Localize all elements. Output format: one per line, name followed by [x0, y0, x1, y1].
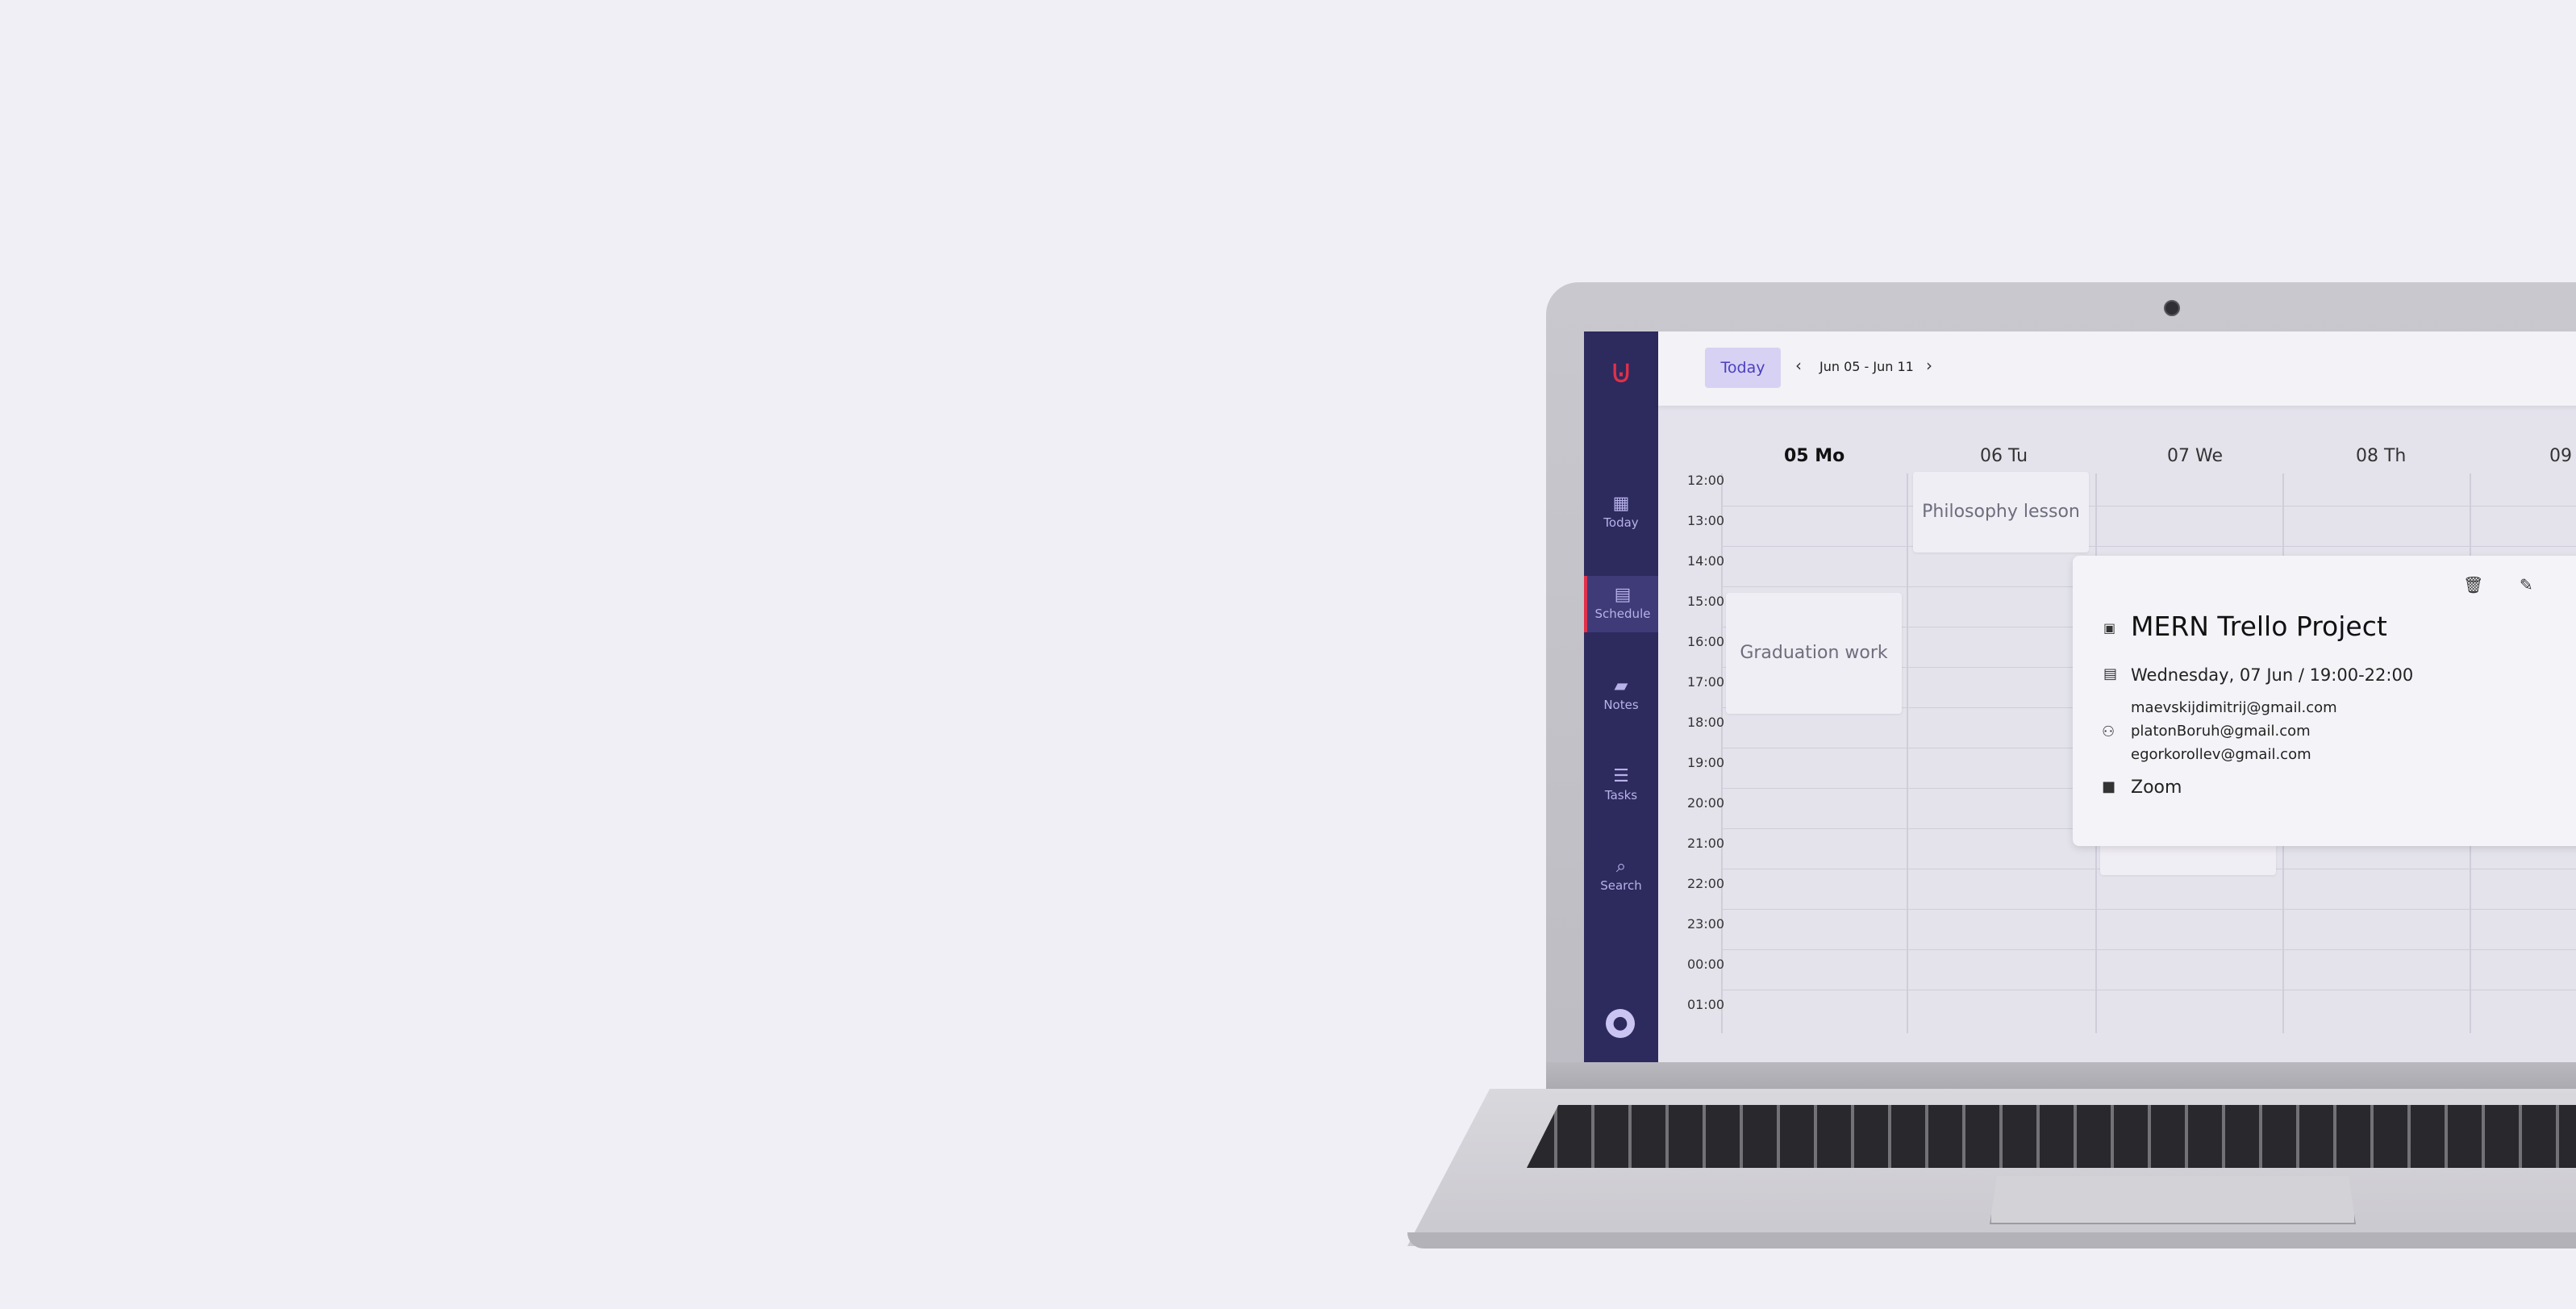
dashboard-icon: ▦ [1612, 494, 1630, 514]
sidebar-item-schedule[interactable]: ▤ Schedule [1584, 576, 1658, 632]
chevron-right-icon[interactable]: › [1926, 356, 1932, 375]
event-location: Zoom [2131, 777, 2182, 798]
checklist-icon: ☰ [1613, 766, 1629, 786]
chevron-left-icon[interactable]: ‹ [1795, 356, 1802, 375]
event-philosophy-lesson[interactable]: Philosophy lesson [1913, 472, 2089, 552]
time-label: 14:00 [1687, 553, 1725, 569]
time-label: 22:00 [1687, 876, 1725, 891]
event-details-popup: 🗑 ✎ ▣ MERN Trello Project ▤ Wednesday, 0… [2073, 556, 2576, 846]
date-range: Jun 05 - Jun 11 [1819, 359, 1914, 374]
time-label: 01:00 [1687, 997, 1725, 1012]
time-label: 12:00 [1687, 473, 1725, 488]
sidebar-item-today[interactable]: ▦ Today [1584, 485, 1658, 541]
time-label: 00:00 [1687, 957, 1725, 972]
search-icon: ⌕ [1615, 857, 1627, 877]
participant-email: platonBoruh@gmail.com [2131, 723, 2311, 740]
today-button[interactable]: Today [1705, 348, 1781, 388]
sidebar: ⊍ ▦ Today ▤ Schedule ▰ Notes ☰ Tasks ⌕ S… [1584, 331, 1658, 1062]
time-label: 21:00 [1687, 836, 1725, 851]
sidebar-item-tasks[interactable]: ☰ Tasks [1584, 757, 1658, 814]
keyboard [1527, 1105, 2576, 1168]
pencil-icon[interactable]: ✎ [2520, 575, 2533, 594]
time-label: 16:00 [1687, 634, 1725, 649]
toolbar: Today ‹ Jun 05 - Jun 11 › [1658, 331, 2576, 406]
calendar-icon: ▤ [2103, 665, 2118, 682]
day-header-tue: 06 Tu [1980, 446, 2028, 466]
time-label: 13:00 [1687, 513, 1725, 528]
laptop-hinge [1546, 1062, 2576, 1093]
day-header-fri: 09 [2549, 446, 2572, 466]
user-avatar-icon[interactable]: ● [1606, 1009, 1635, 1038]
time-label: 20:00 [1687, 795, 1725, 811]
event-datetime: Wednesday, 07 Jun / 19:00-22:00 [2131, 665, 2414, 685]
sidebar-item-search[interactable]: ⌕ Search [1584, 848, 1658, 904]
participant-email: maevskijdimitrij@gmail.com [2131, 699, 2337, 716]
grid-divider [1907, 473, 1908, 1033]
calendar-icon: ▤ [1614, 585, 1632, 605]
app-logo: ⊍ [1609, 353, 1633, 390]
trash-icon[interactable]: 🗑 [2463, 575, 2483, 594]
event-graduation-work[interactable]: Graduation work [1726, 593, 1902, 714]
day-header-mon: 05 Mo [1784, 446, 1845, 466]
time-label: 18:00 [1687, 715, 1725, 730]
day-header-wed: 07 We [2167, 446, 2223, 466]
event-title: MERN Trello Project [2131, 611, 2387, 642]
day-header-thu: 08 Th [2356, 446, 2407, 466]
trackpad [1990, 1176, 2356, 1224]
time-label: 15:00 [1687, 594, 1725, 609]
event-type-icon: ▣ [2103, 620, 2116, 636]
laptop-screen: ⊍ ▦ Today ▤ Schedule ▰ Notes ☰ Tasks ⌕ S… [1584, 331, 2576, 1062]
participant-email: egorkorollev@gmail.com [2131, 746, 2311, 763]
time-label: 19:00 [1687, 755, 1725, 770]
note-icon: ▰ [1614, 676, 1628, 696]
people-icon: ⚇ [2102, 723, 2115, 740]
video-camera-icon: ■ [2102, 778, 2116, 795]
camera [2164, 300, 2180, 316]
laptop-base-edge [1407, 1232, 2576, 1249]
sidebar-item-notes[interactable]: ▰ Notes [1584, 667, 1658, 723]
time-label: 23:00 [1687, 916, 1725, 932]
time-label: 17:00 [1687, 674, 1725, 690]
